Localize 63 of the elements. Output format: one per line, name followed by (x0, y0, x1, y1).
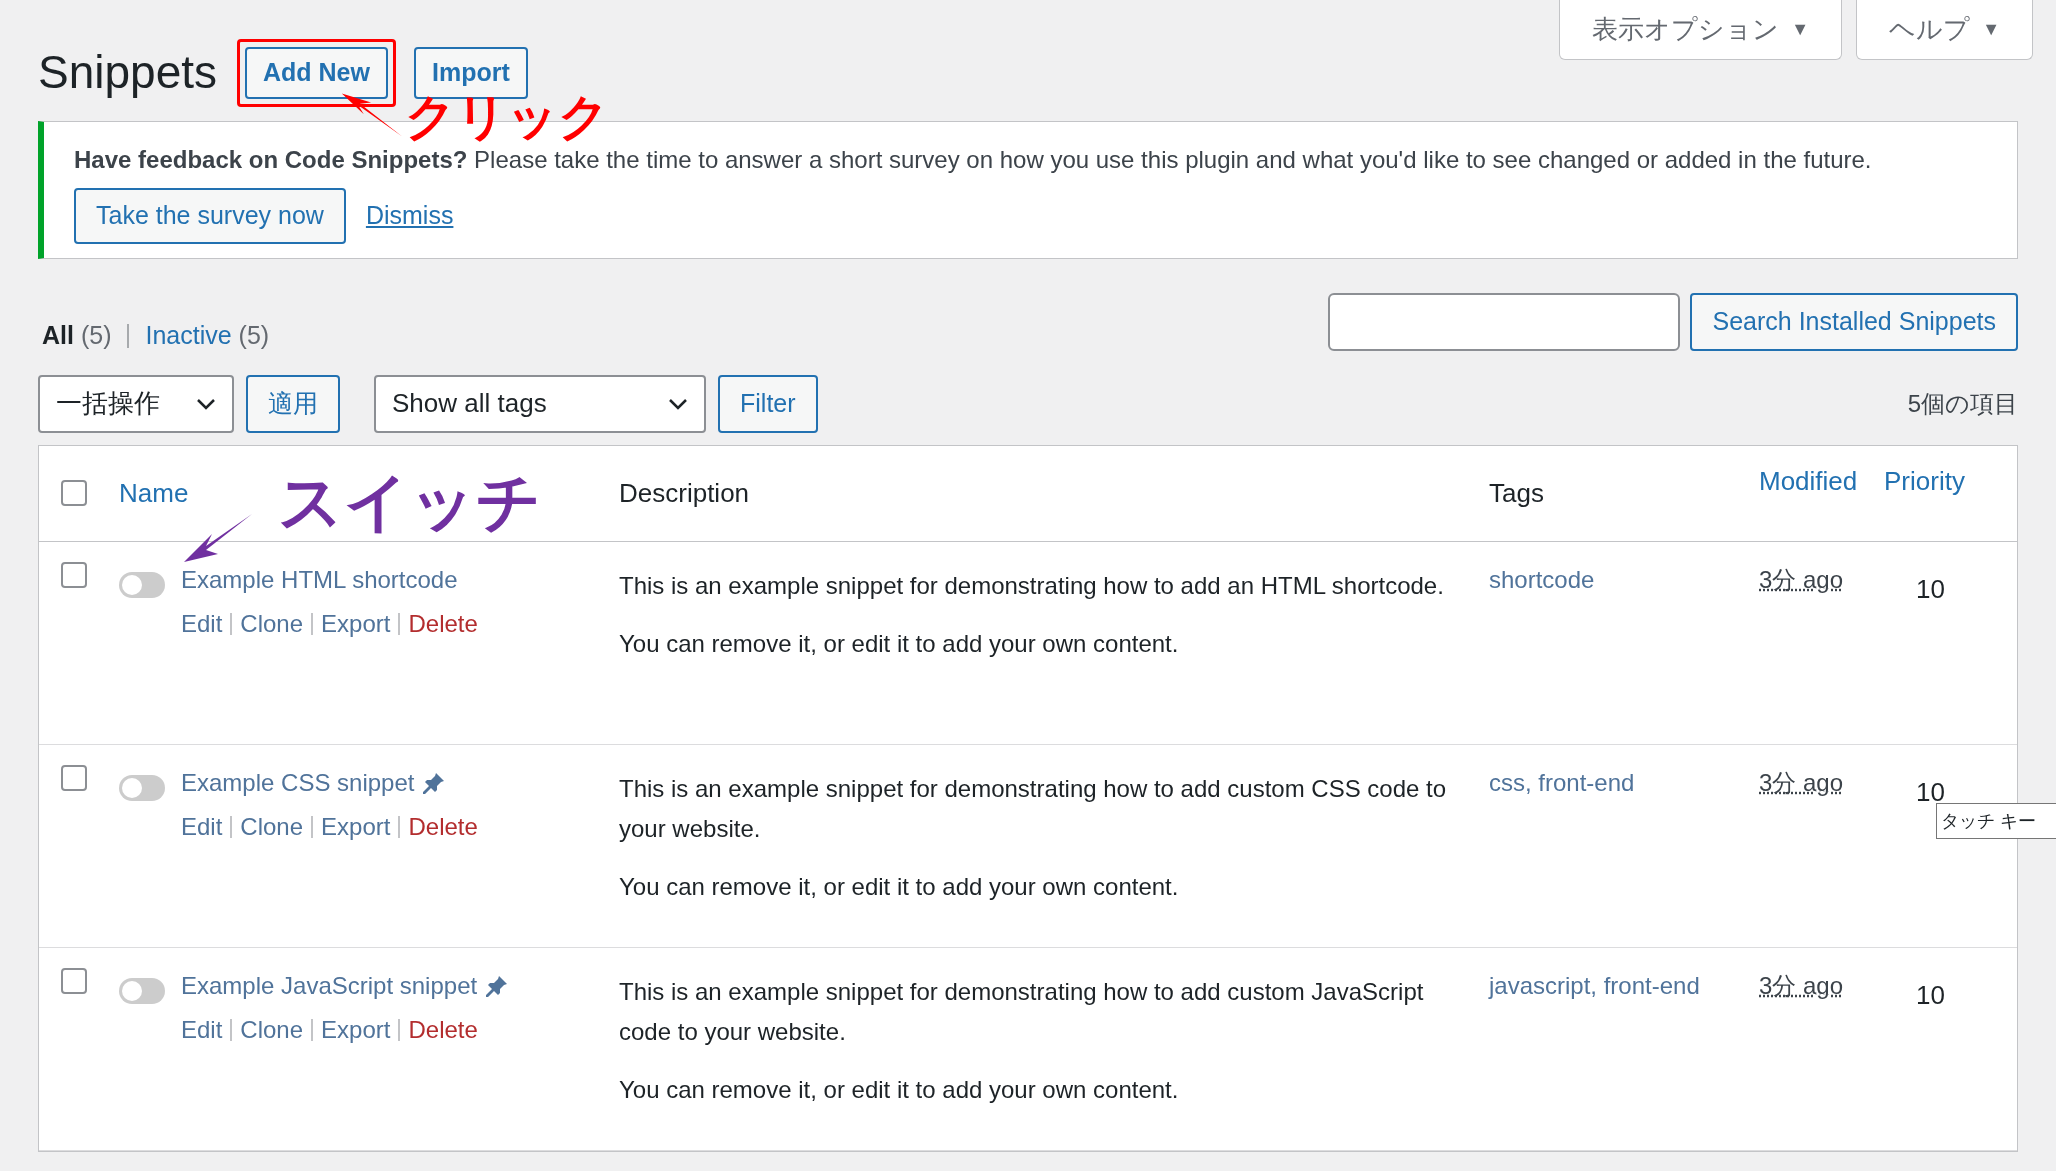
annotation-label: スイッチ (278, 470, 542, 534)
tag-link[interactable]: javascript, front-end (1489, 971, 1700, 999)
page-action-button[interactable]: Add New (245, 46, 388, 99)
checkbox[interactable] (61, 764, 87, 791)
row-action-link[interactable]: Edit (181, 605, 223, 642)
search-field[interactable] (1328, 292, 1681, 351)
snippet-name-link[interactable]: Example CSS snippet (181, 764, 415, 801)
toggle-switch[interactable] (119, 774, 165, 801)
snippet-name-link[interactable]: Example HTML shortcode (181, 561, 458, 598)
row-action-link[interactable]: Export (321, 1011, 391, 1048)
bulk-actions-select[interactable]: 一括操作 (38, 374, 234, 433)
checkbox[interactable] (61, 967, 87, 994)
pushpin-icon (485, 973, 510, 998)
priority-value: 10 (1916, 573, 1945, 604)
apply-button[interactable]: 適用 (246, 374, 340, 433)
page-title: Snippets (38, 45, 217, 100)
survey-button[interactable]: Take the survey now (74, 188, 346, 244)
column-header[interactable]: Name (119, 477, 189, 508)
tag-link[interactable]: shortcode (1489, 565, 1595, 593)
row-action-link[interactable]: Edit (181, 808, 223, 845)
row-action-link[interactable]: Clone (240, 1011, 304, 1048)
modified-time: 3分 ago (1759, 768, 1844, 796)
row-action-link[interactable]: Clone (240, 808, 304, 845)
dismiss-link[interactable]: Dismiss (365, 197, 454, 235)
column-header: Tags (1489, 477, 1544, 508)
row-action-link[interactable]: Clone (240, 605, 304, 642)
search-button[interactable]: Search Installed Snippets (1690, 292, 2018, 351)
row-action-link[interactable]: Delete (408, 605, 478, 642)
snippet-description: You can remove it, or edit it to add your own content. (619, 871, 1180, 902)
toggle-switch[interactable] (119, 977, 165, 1004)
column-header[interactable]: Modified (1759, 465, 1858, 496)
chevron-down-icon (668, 397, 688, 410)
tag-link[interactable]: css, front-end (1489, 768, 1635, 796)
checkbox[interactable] (61, 480, 87, 506)
modified-time: 3分 ago (1759, 971, 1844, 999)
chevron-down-icon (196, 397, 216, 410)
item-count: 5個の項目 (1907, 388, 2018, 419)
view-filter-link[interactable]: Inactive (5) (145, 317, 270, 355)
pushpin-icon (422, 770, 447, 795)
row-action-link[interactable]: Delete (408, 1011, 478, 1048)
filter-button[interactable]: Filter (718, 374, 818, 433)
tags-select[interactable]: Show all tags (374, 374, 706, 433)
toggle-switch[interactable] (119, 571, 165, 598)
row-action-link[interactable]: Delete (408, 808, 478, 845)
view-filter-link[interactable]: All (5) (42, 317, 112, 355)
row-action-link[interactable]: Export (321, 605, 391, 642)
screen-options-tab[interactable]: ヘルプ ▼ (1856, 0, 2033, 60)
notice-text: Have feedback on Code Snippets? Please take the time to answer a short survey on how you use this plugin and what you'd like to see changed or added in the future. (74, 145, 1873, 175)
column-header: Description (619, 477, 750, 508)
row-action-link[interactable]: Export (321, 808, 391, 845)
modified-time: 3分 ago (1759, 565, 1844, 593)
snippet-description: This is an example snippet for demonstrating how to add custom CSS code to your website. (619, 773, 1448, 844)
column-header[interactable]: Priority (1884, 465, 1965, 496)
snippet-description: You can remove it, or edit it to add your own content. (619, 1074, 1180, 1105)
snippet-name-link[interactable]: Example JavaScript snippet (181, 967, 478, 1004)
snippet-description: You can remove it, or edit it to add your own content. (619, 628, 1180, 659)
snippet-description: This is an example snippet for demonstrating how to add an HTML shortcode. (619, 570, 1445, 601)
priority-value: 10 (1916, 979, 1945, 1010)
row-action-link[interactable]: Edit (181, 1011, 223, 1048)
tooltip: タッチ キー (1936, 803, 2056, 839)
checkbox[interactable] (61, 561, 87, 588)
screen-options-tab[interactable]: 表示オプション ▼ (1559, 0, 1843, 60)
snippet-description: This is an example snippet for demonstrating how to add custom JavaScript code to your website. (619, 976, 1425, 1047)
